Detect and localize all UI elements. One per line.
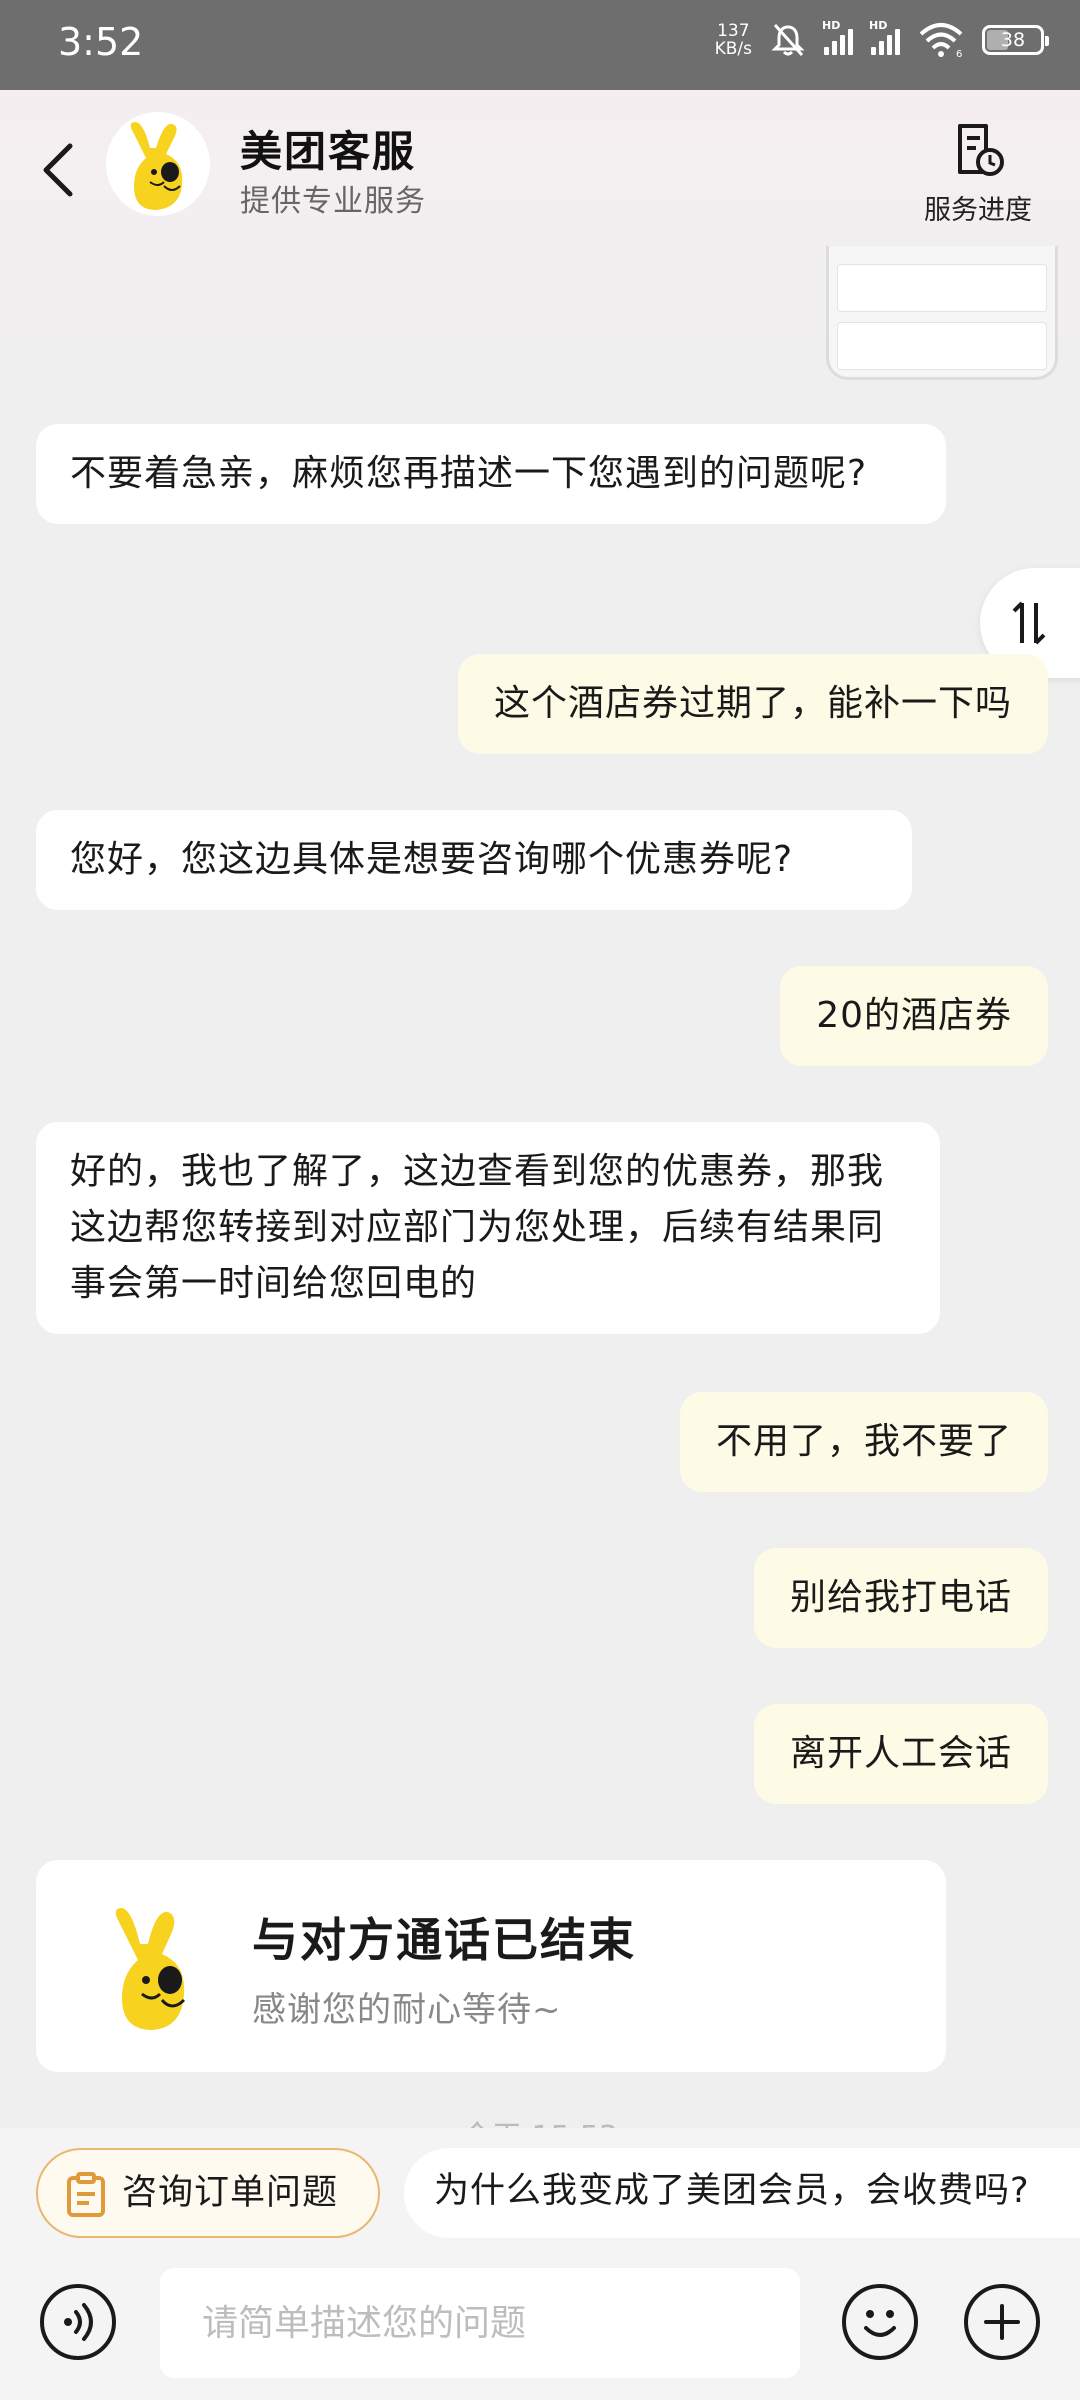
- quick-reply-member[interactable]: 为什么我变成了美团会员，会收费吗?: [404, 2148, 1080, 2238]
- mascot-icon: [115, 1908, 186, 2030]
- quick-reply-order-label: 咨询订单问题: [122, 2173, 339, 2213]
- plus-button[interactable]: [964, 2284, 1040, 2360]
- chat-header: 美团客服 提供专业服务 服务进度: [0, 90, 1080, 240]
- agent-message: 不要着急亲，麻烦您再描述一下您遇到的问题呢?: [36, 424, 946, 524]
- voice-button[interactable]: [40, 2284, 116, 2360]
- page-subtitle: 提供专业服务: [240, 184, 426, 219]
- signal-2-icon: HD: [869, 19, 900, 55]
- clipboard-icon: [67, 2172, 105, 2217]
- coupon-card-preview[interactable]: [826, 246, 1058, 380]
- smile-icon: [864, 2310, 896, 2337]
- document-clock-icon: [958, 124, 1004, 176]
- svg-text:6: 6: [956, 49, 962, 58]
- signal-1-icon: HD: [822, 19, 853, 55]
- swap-arrows-icon: [1012, 601, 1046, 645]
- user-message: 这个酒店券过期了，能补一下吗: [457, 654, 1048, 754]
- user-message: 不用了，我不要了: [679, 1392, 1048, 1492]
- net-speed: 137 KB/s: [714, 21, 752, 59]
- battery-icon: 38: [982, 25, 1049, 55]
- plus-icon: [984, 2304, 1020, 2340]
- quick-reply-order[interactable]: 咨询订单问题: [36, 2148, 380, 2238]
- wifi-icon: 6: [919, 23, 962, 58]
- status-bar: 3:52 137 KB/s HD HD 6 38: [0, 0, 1080, 90]
- service-progress-label: 服务进度: [924, 195, 1032, 226]
- mascot-icon: [130, 122, 183, 210]
- emoji-button[interactable]: [842, 2284, 918, 2360]
- back-button[interactable]: [36, 140, 80, 200]
- status-icons: 137 KB/s HD HD 6 38: [714, 19, 1049, 59]
- call-ended-subtitle: 感谢您的耐心等待~: [252, 1990, 562, 2030]
- call-ended-card: 与对方通话已结束 感谢您的耐心等待~: [36, 1860, 946, 2072]
- user-message: 离开人工会话: [753, 1704, 1048, 1804]
- quick-reply-member-label: 为什么我变成了美团会员，会收费吗?: [434, 2171, 1030, 2211]
- mute-bell-icon: [771, 23, 805, 57]
- chat-screen: 3:52 137 KB/s HD HD 6 38 美团客服 提供专业服务 服务进…: [0, 0, 1080, 2400]
- agent-message: 好的，我也了解了，这边查看到您的优惠券，那我这边帮您转接到对应部门为您处理，后续…: [36, 1122, 940, 1334]
- service-progress-button[interactable]: 服务进度: [914, 122, 1042, 227]
- page-title: 美团客服: [240, 127, 417, 176]
- agent-message: 您好，您这边具体是想要咨询哪个优惠券呢?: [36, 810, 912, 910]
- voice-icon: [64, 2303, 93, 2341]
- call-ended-title: 与对方通话已结束: [252, 1913, 636, 1967]
- message-input[interactable]: [160, 2268, 800, 2378]
- status-time: 3:52: [58, 20, 144, 64]
- input-bar: [0, 2258, 1080, 2400]
- user-message: 20的酒店券: [780, 966, 1048, 1066]
- user-message: 别给我打电话: [753, 1548, 1048, 1648]
- agent-avatar[interactable]: [106, 112, 210, 216]
